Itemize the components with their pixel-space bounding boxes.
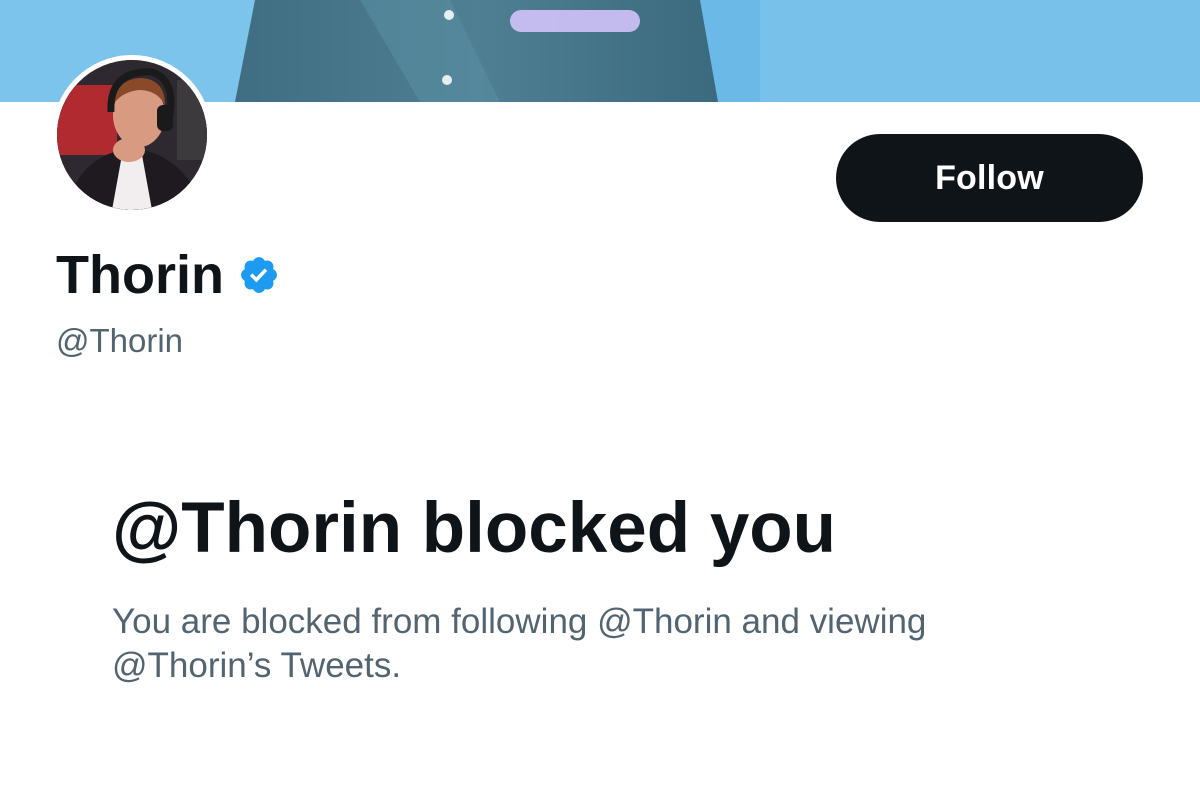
blocked-description: You are blocked from following @Thorin a… [112, 602, 927, 685]
profile-display-name: Thorin [56, 245, 224, 305]
profile-name-row: Thorin [56, 243, 280, 307]
profile-avatar[interactable] [52, 55, 212, 215]
blocked-title: @Thorin blocked you [112, 489, 837, 568]
verified-badge-icon[interactable] [238, 254, 280, 296]
follow-button[interactable]: Follow [836, 134, 1143, 222]
profile-handle: @Thorin [56, 322, 184, 359]
avatar-photo [57, 60, 207, 210]
